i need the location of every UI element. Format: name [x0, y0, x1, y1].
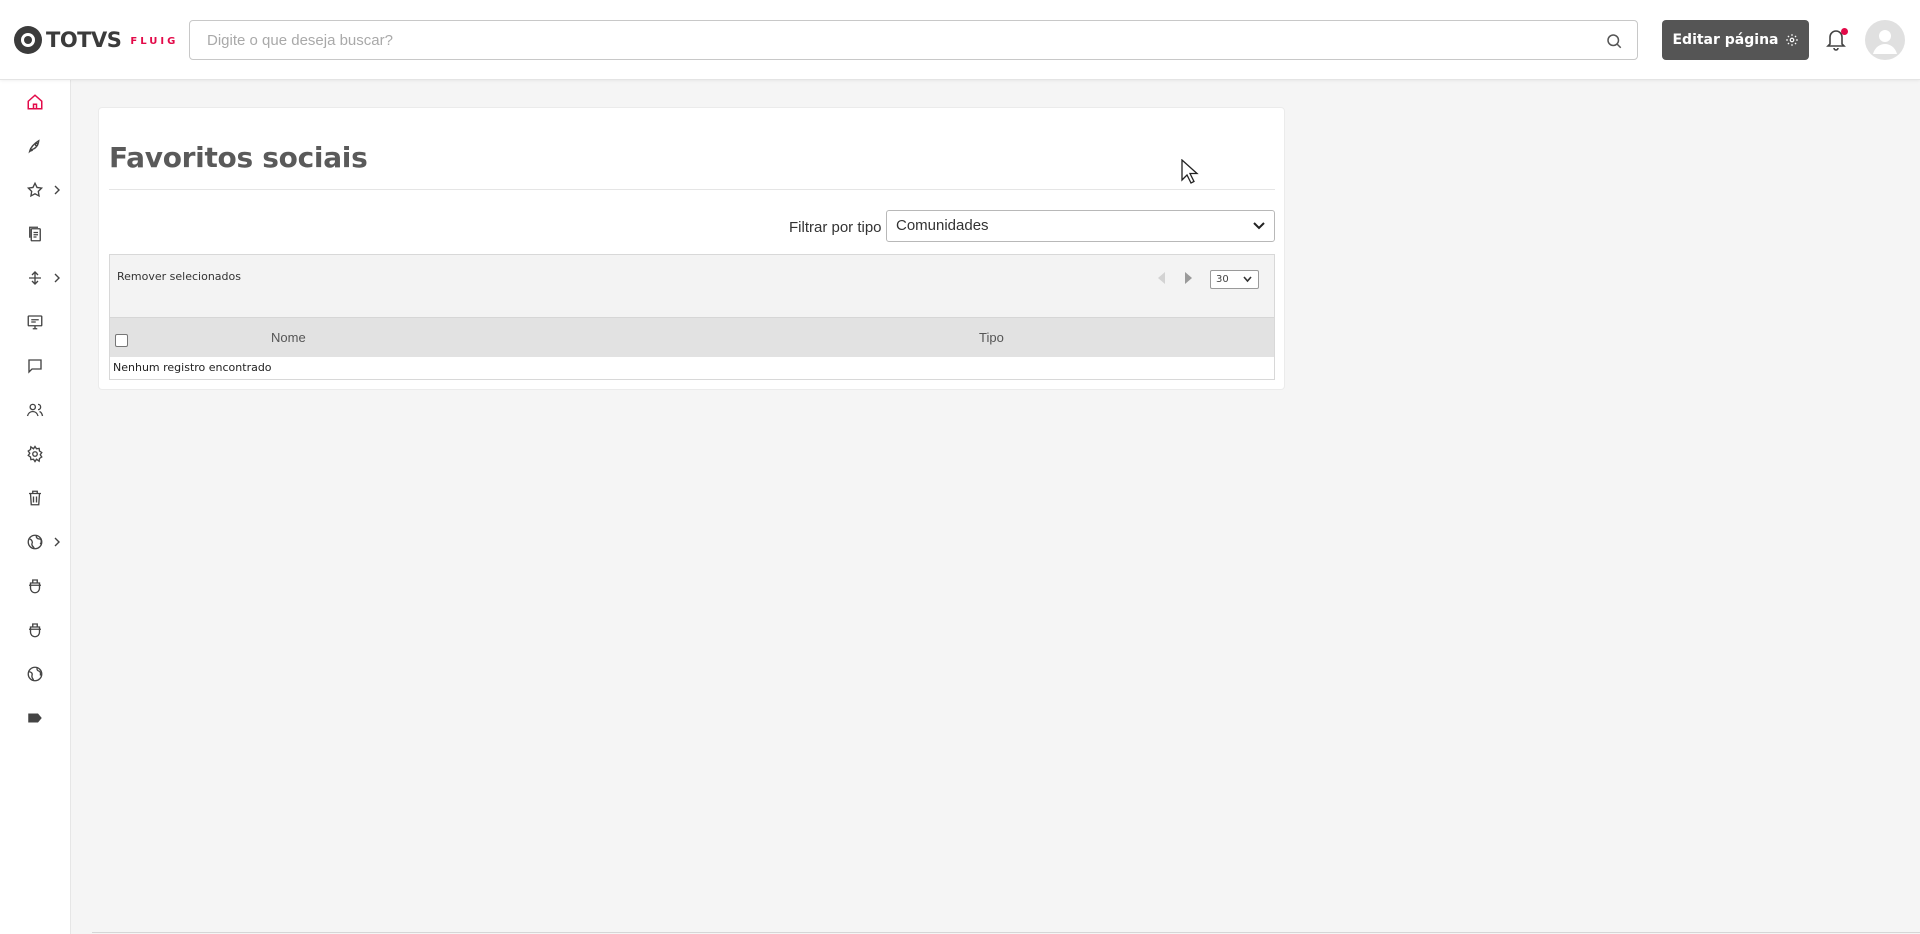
sidebar: [0, 80, 71, 934]
sidebar-item-tag[interactable]: [0, 700, 71, 736]
search-icon[interactable]: [1605, 32, 1623, 50]
logo-text: TOTVS: [46, 28, 122, 52]
globe-icon: [27, 666, 43, 682]
workflow-icon: [29, 271, 41, 285]
filter-label: Filtrar por tipo: [789, 219, 882, 236]
trash-icon: [29, 490, 41, 506]
select-all-checkbox[interactable]: [115, 334, 128, 347]
sidebar-item-documents[interactable]: [0, 216, 71, 252]
chevron-right-icon: [54, 273, 60, 283]
edit-page-label: Editar página: [1672, 32, 1779, 48]
chat-icon: [28, 359, 42, 374]
chevron-right-icon: [54, 537, 60, 547]
favorites-panel: Favoritos sociais Filtrar por tipo Comun…: [98, 107, 1285, 390]
grid-body: Nenhum registro encontrado: [110, 357, 1274, 379]
sidebar-item-rocket[interactable]: [0, 128, 71, 164]
globe-icon: [27, 534, 43, 550]
product-text: FLUIG: [130, 35, 179, 47]
column-header-tipo[interactable]: Tipo: [979, 330, 1004, 345]
sidebar-item-world[interactable]: [0, 656, 71, 692]
bottom-border: [92, 932, 1920, 933]
search-box: [189, 20, 1638, 60]
page-title: Favoritos sociais: [109, 141, 368, 174]
sidebar-item-settings[interactable]: [0, 436, 71, 472]
monitor-icon: [27, 315, 43, 330]
column-header-nome[interactable]: Nome: [271, 330, 306, 345]
cup-icon: [29, 623, 41, 638]
top-header: TOTVS FLUIG Editar página: [0, 0, 1920, 80]
sidebar-item-users[interactable]: [0, 392, 71, 428]
settings-icon: [27, 445, 43, 463]
user-avatar[interactable]: [1865, 20, 1905, 60]
sidebar-item-monitor[interactable]: [0, 304, 71, 340]
previous-page-icon[interactable]: [1155, 270, 1167, 286]
sidebar-item-favorites[interactable]: [0, 172, 71, 208]
notification-badge: [1841, 28, 1848, 35]
empty-message: Nenhum registro encontrado: [113, 361, 272, 374]
grid-header-row: Nome Tipo: [110, 317, 1274, 357]
chevron-down-icon: [1243, 276, 1252, 283]
mouse-pointer-icon: [1181, 159, 1199, 184]
next-page-icon[interactable]: [1183, 270, 1195, 286]
sidebar-item-chat[interactable]: [0, 348, 71, 384]
sidebar-item-home[interactable]: [0, 84, 71, 120]
home-icon: [27, 94, 43, 110]
totvs-logo-icon: [14, 26, 42, 54]
sidebar-item-globe[interactable]: [0, 524, 71, 560]
title-divider: [109, 189, 1275, 190]
star-icon: [26, 181, 44, 198]
search-input[interactable]: [190, 21, 1570, 59]
rocket-icon: [28, 139, 40, 154]
filter-selected-value: Comunidades: [896, 217, 989, 234]
user-silhouette-icon: [1873, 30, 1897, 54]
notifications-button[interactable]: [1824, 26, 1850, 54]
edit-page-button[interactable]: Editar página: [1662, 20, 1809, 60]
sidebar-item-trash[interactable]: [0, 480, 71, 516]
chevron-right-icon: [54, 185, 60, 195]
page-size-select[interactable]: 30: [1210, 270, 1259, 289]
chevron-down-icon: [1253, 222, 1265, 230]
sidebar-item-workflow[interactable]: [0, 260, 71, 296]
remove-selected-button[interactable]: Remover selecionados: [117, 270, 241, 283]
tag-icon: [28, 713, 42, 723]
page-size-value: 30: [1216, 274, 1229, 285]
totvs-fluig-logo[interactable]: TOTVS FLUIG: [14, 26, 178, 54]
documents-icon: [29, 226, 41, 242]
filter-type-select[interactable]: Comunidades: [886, 210, 1275, 242]
sidebar-item-cup-2[interactable]: [0, 612, 71, 648]
cup-icon: [29, 579, 41, 594]
edit-gear-icon: [1785, 34, 1798, 46]
favorites-grid: Remover selecionados 30 Nome Tipo Nenhum…: [109, 254, 1275, 380]
sidebar-item-cup-1[interactable]: [0, 568, 71, 604]
users-icon: [26, 403, 44, 417]
